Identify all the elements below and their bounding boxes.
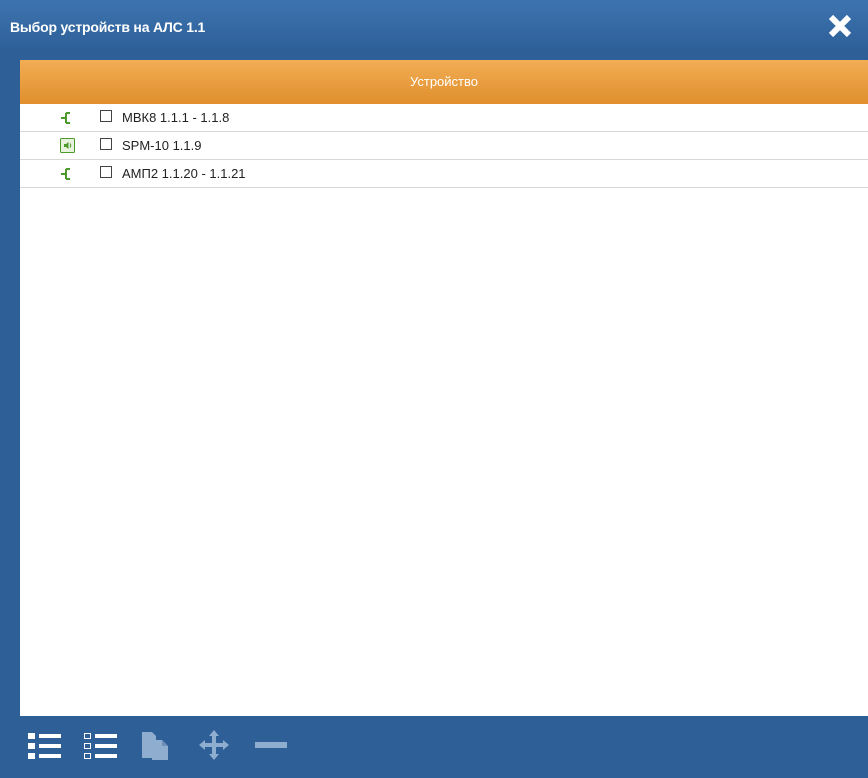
expand-all-button[interactable] [26, 724, 66, 764]
move-button[interactable] [194, 724, 234, 764]
collapse-all-button[interactable] [82, 724, 122, 764]
device-label: МВК8 1.1.1 - 1.1.8 [122, 110, 230, 125]
bottom-toolbar [0, 716, 868, 778]
copy-icon [142, 732, 168, 760]
speaker-icon [60, 138, 75, 153]
column-header-device[interactable]: Устройство [20, 60, 868, 104]
move-icon [199, 730, 229, 760]
table-row[interactable]: АМП2 1.1.20 - 1.1.21 [20, 160, 868, 188]
branch-icon [60, 110, 75, 125]
dialog-title: Выбор устройств на АЛС 1.1 [10, 19, 206, 35]
expand-all-icon [28, 733, 61, 759]
device-checkbox[interactable] [100, 110, 112, 122]
close-icon [828, 14, 852, 38]
collapse-all-icon [84, 733, 117, 759]
branch-icon [60, 166, 75, 181]
remove-icon [255, 742, 287, 748]
title-bar[interactable]: Выбор устройств на АЛС 1.1 [0, 0, 868, 52]
table-row[interactable]: МВК8 1.1.1 - 1.1.8 [20, 104, 868, 132]
device-list-panel: Устройство МВК8 1.1.1 - 1.1.8 SPM-10 1.1… [20, 60, 868, 716]
device-label: АМП2 1.1.20 - 1.1.21 [122, 166, 246, 181]
device-selection-dialog: Выбор устройств на АЛС 1.1 Устройство МВ… [0, 0, 868, 778]
copy-button[interactable] [138, 724, 178, 764]
device-checkbox[interactable] [100, 138, 112, 150]
close-button[interactable] [826, 12, 854, 40]
table-row[interactable]: SPM-10 1.1.9 [20, 132, 868, 160]
device-label: SPM-10 1.1.9 [122, 138, 202, 153]
device-checkbox[interactable] [100, 166, 112, 178]
remove-button[interactable] [250, 724, 290, 764]
